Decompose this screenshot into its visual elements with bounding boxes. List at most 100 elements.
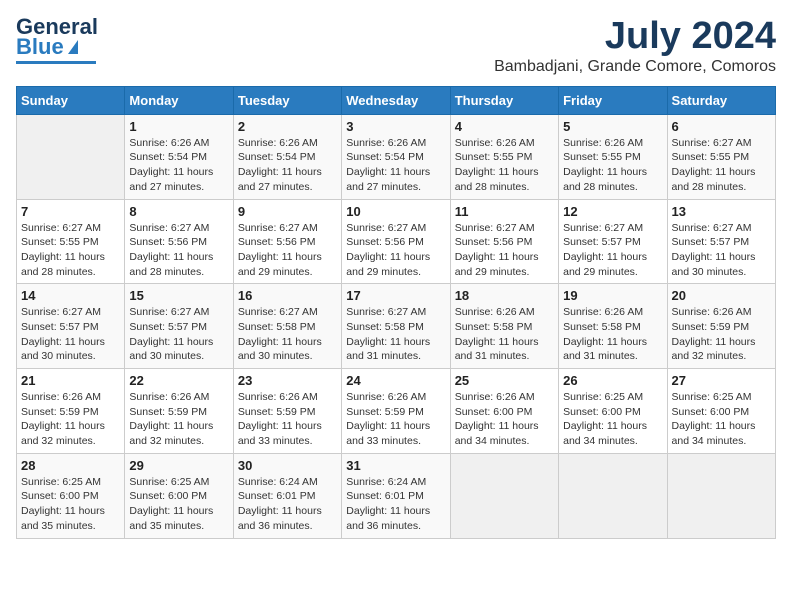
calendar-body: 1Sunrise: 6:26 AMSunset: 5:54 PMDaylight…	[17, 114, 776, 538]
day-number: 22	[129, 373, 228, 388]
day-number: 26	[563, 373, 662, 388]
month-title: July 2024	[494, 16, 776, 58]
calendar-cell: 25 Sunrise: 6:26 AMSunset: 6:00 PMDayligh…	[450, 369, 558, 454]
day-number: 6	[672, 119, 771, 134]
day-info: Sunrise: 6:27 AMSunset: 5:56 PMDaylight:…	[346, 221, 445, 280]
calendar-cell	[17, 114, 125, 199]
calendar-cell: 7 Sunrise: 6:27 AMSunset: 5:55 PMDaylight…	[17, 199, 125, 284]
calendar-cell: 3 Sunrise: 6:26 AMSunset: 5:54 PMDaylight…	[342, 114, 450, 199]
day-info: Sunrise: 6:26 AMSunset: 5:58 PMDaylight:…	[563, 305, 662, 364]
day-number: 30	[238, 458, 337, 473]
day-info: Sunrise: 6:27 AMSunset: 5:57 PMDaylight:…	[21, 305, 120, 364]
calendar-week-1: 1Sunrise: 6:26 AMSunset: 5:54 PMDaylight…	[17, 114, 776, 199]
day-number: 18	[455, 288, 554, 303]
day-info: Sunrise: 6:26 AMSunset: 5:54 PMDaylight:…	[346, 136, 445, 195]
calendar-cell: 13Sunrise: 6:27 AMSunset: 5:57 PMDayligh…	[667, 199, 775, 284]
calendar-cell: 15Sunrise: 6:27 AMSunset: 5:57 PMDayligh…	[125, 284, 233, 369]
calendar-cell: 28 Sunrise: 6:25 AMSunset: 6:00 PMDayligh…	[17, 453, 125, 538]
day-number: 7	[21, 204, 120, 219]
calendar-cell	[667, 453, 775, 538]
day-info: Sunrise: 6:25 AMSunset: 6:00 PMDaylight:…	[21, 475, 120, 534]
calendar-cell: 19 Sunrise: 6:26 AMSunset: 5:58 PMDayligh…	[559, 284, 667, 369]
calendar-cell: 27 Sunrise: 6:25 AMSunset: 6:00 PMDayligh…	[667, 369, 775, 454]
calendar-cell: 24 Sunrise: 6:26 AMSunset: 5:59 PMDayligh…	[342, 369, 450, 454]
day-number: 5	[563, 119, 662, 134]
day-number: 9	[238, 204, 337, 219]
day-number: 3	[346, 119, 445, 134]
calendar-week-5: 28 Sunrise: 6:25 AMSunset: 6:00 PMDayligh…	[17, 453, 776, 538]
day-info: Sunrise: 6:26 AMSunset: 5:54 PMDaylight:…	[129, 136, 228, 195]
day-info: Sunrise: 6:24 AMSunset: 6:01 PMDaylight:…	[238, 475, 337, 534]
day-header-friday: Friday	[559, 86, 667, 114]
day-number: 28	[21, 458, 120, 473]
logo-underline	[16, 61, 96, 64]
logo-blue: Blue	[16, 34, 64, 60]
day-number: 23	[238, 373, 337, 388]
calendar-table: SundayMondayTuesdayWednesdayThursdayFrid…	[16, 86, 776, 539]
day-number: 16	[238, 288, 337, 303]
calendar-cell: 31Sunrise: 6:24 AMSunset: 6:01 PMDayligh…	[342, 453, 450, 538]
day-number: 17	[346, 288, 445, 303]
day-header-thursday: Thursday	[450, 86, 558, 114]
day-info: Sunrise: 6:27 AMSunset: 5:56 PMDaylight:…	[129, 221, 228, 280]
calendar-header-row: SundayMondayTuesdayWednesdayThursdayFrid…	[17, 86, 776, 114]
day-info: Sunrise: 6:26 AMSunset: 5:59 PMDaylight:…	[129, 390, 228, 449]
day-number: 21	[21, 373, 120, 388]
calendar-cell: 9 Sunrise: 6:27 AMSunset: 5:56 PMDaylight…	[233, 199, 341, 284]
day-info: Sunrise: 6:26 AMSunset: 5:59 PMDaylight:…	[346, 390, 445, 449]
day-info: Sunrise: 6:26 AMSunset: 5:59 PMDaylight:…	[238, 390, 337, 449]
day-info: Sunrise: 6:27 AMSunset: 5:57 PMDaylight:…	[563, 221, 662, 280]
day-info: Sunrise: 6:25 AMSunset: 6:00 PMDaylight:…	[563, 390, 662, 449]
calendar-week-2: 7 Sunrise: 6:27 AMSunset: 5:55 PMDaylight…	[17, 199, 776, 284]
day-number: 11	[455, 204, 554, 219]
calendar-cell: 26 Sunrise: 6:25 AMSunset: 6:00 PMDayligh…	[559, 369, 667, 454]
calendar-cell: 12Sunrise: 6:27 AMSunset: 5:57 PMDayligh…	[559, 199, 667, 284]
calendar-week-4: 21 Sunrise: 6:26 AMSunset: 5:59 PMDayligh…	[17, 369, 776, 454]
day-number: 24	[346, 373, 445, 388]
day-info: Sunrise: 6:26 AMSunset: 5:55 PMDaylight:…	[563, 136, 662, 195]
calendar-cell: 10 Sunrise: 6:27 AMSunset: 5:56 PMDayligh…	[342, 199, 450, 284]
calendar-cell: 6Sunrise: 6:27 AMSunset: 5:55 PMDaylight…	[667, 114, 775, 199]
day-info: Sunrise: 6:27 AMSunset: 5:58 PMDaylight:…	[346, 305, 445, 364]
calendar-cell: 18 Sunrise: 6:26 AMSunset: 5:58 PMDayligh…	[450, 284, 558, 369]
calendar-cell: 20 Sunrise: 6:26 AMSunset: 5:59 PMDayligh…	[667, 284, 775, 369]
day-info: Sunrise: 6:26 AMSunset: 5:59 PMDaylight:…	[21, 390, 120, 449]
day-info: Sunrise: 6:27 AMSunset: 5:58 PMDaylight:…	[238, 305, 337, 364]
title-area: July 2024 Bambadjani, Grande Comore, Com…	[494, 16, 776, 76]
day-info: Sunrise: 6:26 AMSunset: 5:58 PMDaylight:…	[455, 305, 554, 364]
day-header-tuesday: Tuesday	[233, 86, 341, 114]
page-header: General Blue July 2024 Bambadjani, Grand…	[16, 16, 776, 76]
day-number: 29	[129, 458, 228, 473]
day-info: Sunrise: 6:27 AMSunset: 5:57 PMDaylight:…	[129, 305, 228, 364]
logo: General Blue	[16, 16, 98, 64]
day-number: 14	[21, 288, 120, 303]
calendar-cell: 5 Sunrise: 6:26 AMSunset: 5:55 PMDaylight…	[559, 114, 667, 199]
day-info: Sunrise: 6:27 AMSunset: 5:56 PMDaylight:…	[455, 221, 554, 280]
day-info: Sunrise: 6:25 AMSunset: 6:00 PMDaylight:…	[672, 390, 771, 449]
day-header-monday: Monday	[125, 86, 233, 114]
day-number: 27	[672, 373, 771, 388]
calendar-cell: 29Sunrise: 6:25 AMSunset: 6:00 PMDayligh…	[125, 453, 233, 538]
day-info: Sunrise: 6:26 AMSunset: 5:59 PMDaylight:…	[672, 305, 771, 364]
day-info: Sunrise: 6:27 AMSunset: 5:55 PMDaylight:…	[21, 221, 120, 280]
calendar-cell: 22 Sunrise: 6:26 AMSunset: 5:59 PMDayligh…	[125, 369, 233, 454]
day-number: 25	[455, 373, 554, 388]
calendar-cell: 2Sunrise: 6:26 AMSunset: 5:54 PMDaylight…	[233, 114, 341, 199]
logo-arrow-icon	[68, 40, 78, 54]
day-header-saturday: Saturday	[667, 86, 775, 114]
day-number: 10	[346, 204, 445, 219]
calendar-cell: 16 Sunrise: 6:27 AMSunset: 5:58 PMDayligh…	[233, 284, 341, 369]
day-info: Sunrise: 6:26 AMSunset: 5:55 PMDaylight:…	[455, 136, 554, 195]
day-info: Sunrise: 6:26 AMSunset: 6:00 PMDaylight:…	[455, 390, 554, 449]
calendar-cell: 11 Sunrise: 6:27 AMSunset: 5:56 PMDayligh…	[450, 199, 558, 284]
calendar-cell: 17 Sunrise: 6:27 AMSunset: 5:58 PMDayligh…	[342, 284, 450, 369]
day-number: 2	[238, 119, 337, 134]
day-header-wednesday: Wednesday	[342, 86, 450, 114]
day-number: 8	[129, 204, 228, 219]
day-header-sunday: Sunday	[17, 86, 125, 114]
day-number: 20	[672, 288, 771, 303]
day-number: 19	[563, 288, 662, 303]
day-info: Sunrise: 6:24 AMSunset: 6:01 PMDaylight:…	[346, 475, 445, 534]
calendar-cell: 23 Sunrise: 6:26 AMSunset: 5:59 PMDayligh…	[233, 369, 341, 454]
day-info: Sunrise: 6:27 AMSunset: 5:56 PMDaylight:…	[238, 221, 337, 280]
